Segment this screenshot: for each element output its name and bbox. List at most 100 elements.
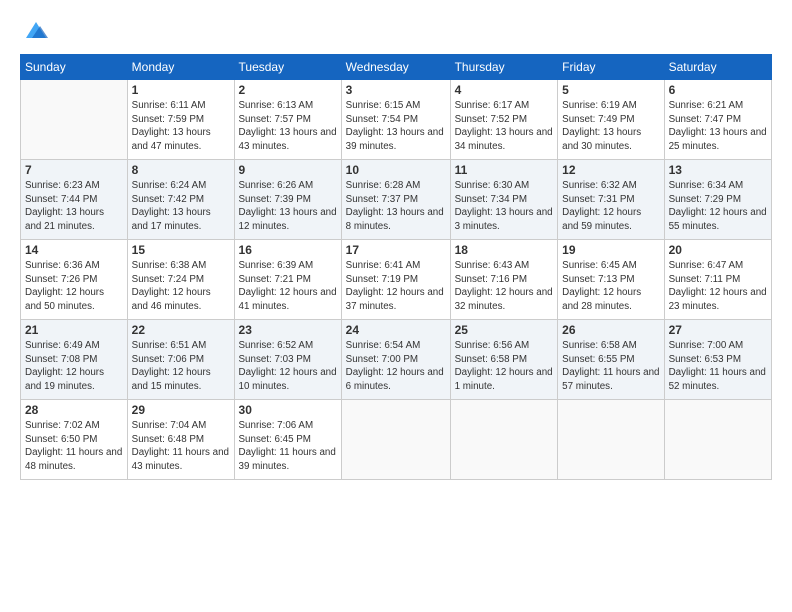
calendar-day-cell: 25 Sunrise: 6:56 AMSunset: 6:58 PMDayligh…	[450, 320, 558, 400]
day-number: 15	[132, 243, 230, 257]
day-info: Sunrise: 6:24 AMSunset: 7:42 PMDaylight:…	[132, 179, 230, 234]
calendar-day-cell: 12 Sunrise: 6:32 AMSunset: 7:31 PMDayligh…	[558, 160, 664, 240]
day-number: 8	[132, 163, 230, 177]
calendar-day-cell: 7 Sunrise: 6:23 AMSunset: 7:44 PMDaylight…	[21, 160, 128, 240]
calendar-day-cell: 29 Sunrise: 7:04 AMSunset: 6:48 PMDayligh…	[127, 400, 234, 480]
day-info: Sunrise: 6:51 AMSunset: 7:06 PMDaylight:…	[132, 339, 230, 394]
calendar-day-cell: 22 Sunrise: 6:51 AMSunset: 7:06 PMDayligh…	[127, 320, 234, 400]
day-number: 7	[25, 163, 123, 177]
calendar-day-cell: 30Sunrise: 7:06 AMSunset: 6:45 PMDayligh…	[234, 400, 341, 480]
day-info: Sunrise: 6:15 AMSunset: 7:54 PMDaylight:…	[346, 99, 446, 154]
calendar-week-row: 28 Sunrise: 7:02 AMSunset: 6:50 PMDayligh…	[21, 400, 772, 480]
day-number: 10	[346, 163, 446, 177]
day-of-week-header: Saturday	[664, 55, 771, 80]
calendar-day-cell: 15 Sunrise: 6:38 AMSunset: 7:24 PMDayligh…	[127, 240, 234, 320]
calendar-day-cell: 18 Sunrise: 6:43 AMSunset: 7:16 PMDayligh…	[450, 240, 558, 320]
logo	[20, 16, 50, 44]
day-number: 16	[239, 243, 337, 257]
day-info: Sunrise: 7:00 AMSunset: 6:53 PMDaylight:…	[669, 339, 767, 394]
day-info: Sunrise: 6:41 AMSunset: 7:19 PMDaylight:…	[346, 259, 446, 314]
calendar-day-cell: 14 Sunrise: 6:36 AMSunset: 7:26 PMDayligh…	[21, 240, 128, 320]
day-number: 14	[25, 243, 123, 257]
day-number: 4	[455, 83, 554, 97]
calendar-day-cell: 16 Sunrise: 6:39 AMSunset: 7:21 PMDayligh…	[234, 240, 341, 320]
day-number: 24	[346, 323, 446, 337]
calendar-day-cell: 9 Sunrise: 6:26 AMSunset: 7:39 PMDaylight…	[234, 160, 341, 240]
day-info: Sunrise: 6:28 AMSunset: 7:37 PMDaylight:…	[346, 179, 446, 234]
day-of-week-header: Thursday	[450, 55, 558, 80]
day-number: 11	[455, 163, 554, 177]
day-number: 1	[132, 83, 230, 97]
day-info: Sunrise: 7:04 AMSunset: 6:48 PMDaylight:…	[132, 419, 230, 474]
calendar-week-row: 14 Sunrise: 6:36 AMSunset: 7:26 PMDayligh…	[21, 240, 772, 320]
calendar-day-cell: 24 Sunrise: 6:54 AMSunset: 7:00 PMDayligh…	[341, 320, 450, 400]
day-info: Sunrise: 6:19 AMSunset: 7:49 PMDaylight:…	[562, 99, 659, 154]
day-number: 3	[346, 83, 446, 97]
day-info: Sunrise: 6:34 AMSunset: 7:29 PMDaylight:…	[669, 179, 767, 234]
day-number: 5	[562, 83, 659, 97]
day-info: Sunrise: 6:54 AMSunset: 7:00 PMDaylight:…	[346, 339, 446, 394]
calendar-day-cell: 19 Sunrise: 6:45 AMSunset: 7:13 PMDayligh…	[558, 240, 664, 320]
page: SundayMondayTuesdayWednesdayThursdayFrid…	[0, 0, 792, 612]
calendar-week-row: 21Sunrise: 6:49 AMSunset: 7:08 PMDayligh…	[21, 320, 772, 400]
day-info: Sunrise: 6:58 AMSunset: 6:55 PMDaylight:…	[562, 339, 659, 394]
calendar-day-cell	[664, 400, 771, 480]
calendar-day-cell: 11 Sunrise: 6:30 AMSunset: 7:34 PMDayligh…	[450, 160, 558, 240]
day-info: Sunrise: 6:52 AMSunset: 7:03 PMDaylight:…	[239, 339, 337, 394]
day-number: 22	[132, 323, 230, 337]
day-number: 30	[239, 403, 337, 417]
day-of-week-header: Monday	[127, 55, 234, 80]
calendar-day-cell	[341, 400, 450, 480]
day-number: 29	[132, 403, 230, 417]
day-of-week-header: Wednesday	[341, 55, 450, 80]
day-info: Sunrise: 6:56 AMSunset: 6:58 PMDaylight:…	[455, 339, 554, 394]
day-number: 21	[25, 323, 123, 337]
calendar-day-cell	[558, 400, 664, 480]
day-number: 28	[25, 403, 123, 417]
calendar-week-row: 1Sunrise: 6:11 AMSunset: 7:59 PMDaylight…	[21, 80, 772, 160]
day-number: 6	[669, 83, 767, 97]
calendar-day-cell: 26 Sunrise: 6:58 AMSunset: 6:55 PMDayligh…	[558, 320, 664, 400]
calendar-day-cell: 10 Sunrise: 6:28 AMSunset: 7:37 PMDayligh…	[341, 160, 450, 240]
day-info: Sunrise: 6:17 AMSunset: 7:52 PMDaylight:…	[455, 99, 554, 154]
calendar-day-cell: 27 Sunrise: 7:00 AMSunset: 6:53 PMDayligh…	[664, 320, 771, 400]
logo-icon	[22, 16, 50, 44]
day-info: Sunrise: 6:26 AMSunset: 7:39 PMDaylight:…	[239, 179, 337, 234]
day-number: 23	[239, 323, 337, 337]
calendar-day-cell: 28 Sunrise: 7:02 AMSunset: 6:50 PMDayligh…	[21, 400, 128, 480]
day-of-week-header: Friday	[558, 55, 664, 80]
day-number: 27	[669, 323, 767, 337]
calendar-day-cell: 4 Sunrise: 6:17 AMSunset: 7:52 PMDaylight…	[450, 80, 558, 160]
day-info: Sunrise: 6:39 AMSunset: 7:21 PMDaylight:…	[239, 259, 337, 314]
day-info: Sunrise: 6:30 AMSunset: 7:34 PMDaylight:…	[455, 179, 554, 234]
day-info: Sunrise: 6:23 AMSunset: 7:44 PMDaylight:…	[25, 179, 123, 234]
day-number: 18	[455, 243, 554, 257]
day-of-week-header: Tuesday	[234, 55, 341, 80]
header	[20, 16, 772, 44]
day-number: 26	[562, 323, 659, 337]
calendar-day-cell: 8 Sunrise: 6:24 AMSunset: 7:42 PMDaylight…	[127, 160, 234, 240]
day-info: Sunrise: 6:13 AMSunset: 7:57 PMDaylight:…	[239, 99, 337, 154]
calendar-day-cell: 17 Sunrise: 6:41 AMSunset: 7:19 PMDayligh…	[341, 240, 450, 320]
day-info: Sunrise: 6:21 AMSunset: 7:47 PMDaylight:…	[669, 99, 767, 154]
day-number: 9	[239, 163, 337, 177]
day-info: Sunrise: 7:02 AMSunset: 6:50 PMDaylight:…	[25, 419, 123, 474]
calendar-day-cell: 1Sunrise: 6:11 AMSunset: 7:59 PMDaylight…	[127, 80, 234, 160]
day-number: 2	[239, 83, 337, 97]
calendar-day-cell: 6 Sunrise: 6:21 AMSunset: 7:47 PMDaylight…	[664, 80, 771, 160]
calendar-day-cell	[21, 80, 128, 160]
calendar-table: SundayMondayTuesdayWednesdayThursdayFrid…	[20, 54, 772, 480]
calendar-day-cell: 23 Sunrise: 6:52 AMSunset: 7:03 PMDayligh…	[234, 320, 341, 400]
day-info: Sunrise: 6:43 AMSunset: 7:16 PMDaylight:…	[455, 259, 554, 314]
calendar-week-row: 7 Sunrise: 6:23 AMSunset: 7:44 PMDaylight…	[21, 160, 772, 240]
day-number: 17	[346, 243, 446, 257]
day-number: 19	[562, 243, 659, 257]
calendar-day-cell: 5 Sunrise: 6:19 AMSunset: 7:49 PMDaylight…	[558, 80, 664, 160]
calendar-day-cell: 21Sunrise: 6:49 AMSunset: 7:08 PMDayligh…	[21, 320, 128, 400]
day-info: Sunrise: 6:32 AMSunset: 7:31 PMDaylight:…	[562, 179, 659, 234]
day-number: 25	[455, 323, 554, 337]
day-info: Sunrise: 6:45 AMSunset: 7:13 PMDaylight:…	[562, 259, 659, 314]
day-info: Sunrise: 6:38 AMSunset: 7:24 PMDaylight:…	[132, 259, 230, 314]
day-info: Sunrise: 6:36 AMSunset: 7:26 PMDaylight:…	[25, 259, 123, 314]
day-number: 12	[562, 163, 659, 177]
